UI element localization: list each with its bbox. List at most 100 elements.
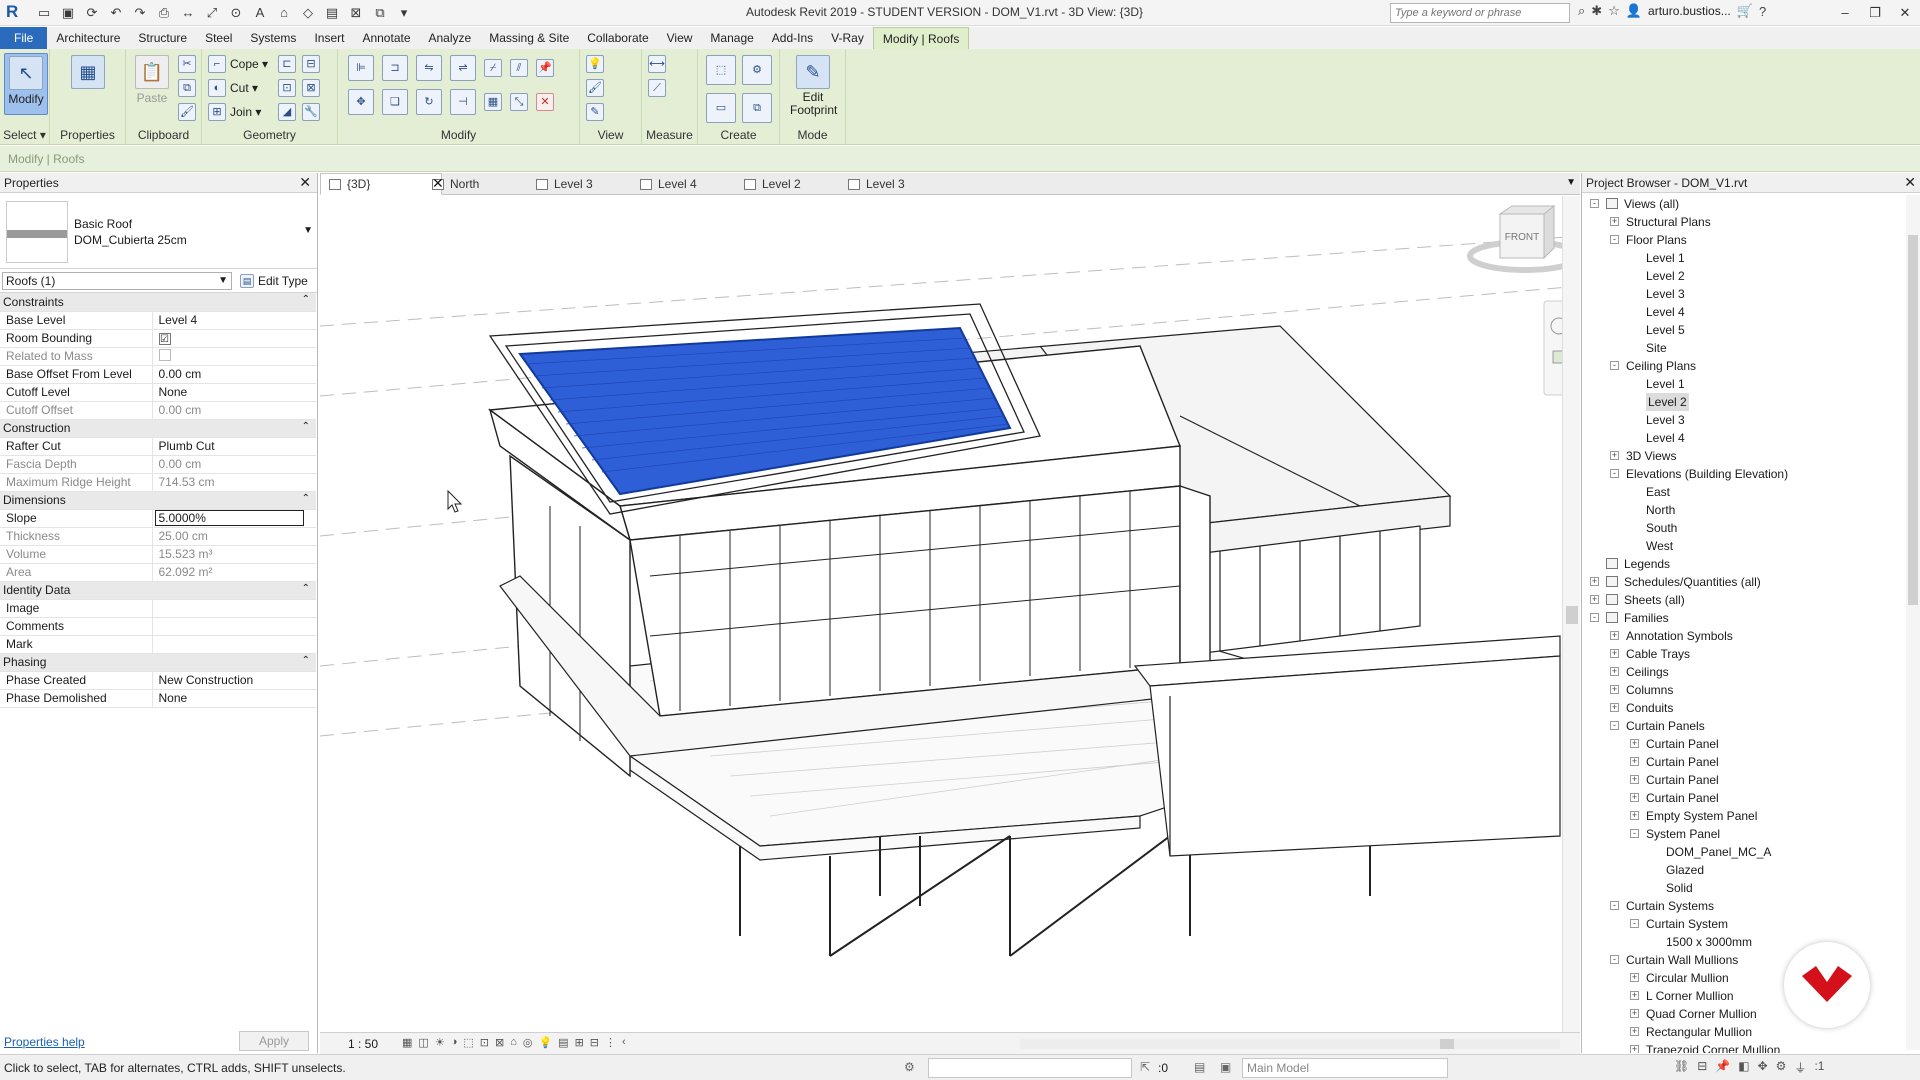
properties-button[interactable]: ▦ (66, 53, 110, 115)
crop-view-icon[interactable]: ⊡ (480, 1036, 489, 1049)
sun-path-icon[interactable]: ☀ (435, 1036, 445, 1049)
constraints-icon[interactable]: ⋮ (605, 1036, 616, 1049)
browser-node[interactable]: Site (1582, 339, 1920, 357)
property-group-header[interactable]: Dimensions ⌃ (0, 491, 316, 510)
collapse-icon[interactable]: - (1630, 919, 1639, 928)
pin-icon[interactable]: 📌 (536, 59, 554, 77)
expand-icon[interactable]: + (1590, 577, 1599, 586)
browser-node[interactable]: - System Panel (1582, 825, 1920, 843)
binoculars-icon[interactable]: ⌕ (1578, 3, 1585, 19)
collapse-icon[interactable]: - (1610, 721, 1619, 730)
browser-node[interactable]: Level 2 (1582, 267, 1920, 285)
property-value[interactable]: New Construction (152, 671, 316, 690)
expand-icon[interactable]: + (1610, 451, 1619, 460)
property-value[interactable]: 5.0000% (152, 509, 316, 528)
collapse-icon[interactable]: - (1590, 613, 1599, 622)
reveal-hidden-icon[interactable]: 💡 (538, 1036, 552, 1049)
measure-distance-icon[interactable]: ⟷ (648, 55, 666, 73)
property-value[interactable] (152, 635, 316, 654)
property-value[interactable]: Level 4 (152, 311, 316, 330)
property-value[interactable]: None (152, 383, 316, 402)
browser-node[interactable]: - Curtain Panels (1582, 717, 1920, 735)
paint-remove-icon[interactable]: 🔧 (302, 103, 320, 121)
section-icon[interactable]: ◇ (298, 3, 318, 23)
shadows-icon[interactable]: ◑ (451, 1036, 458, 1049)
edit-type-button[interactable]: ▤ Edit Type (240, 272, 308, 290)
paint-icon[interactable]: ◢ (278, 103, 296, 121)
view-tab[interactable]: Level 3 (536, 173, 593, 195)
measure-icon[interactable]: ↔ (178, 3, 198, 23)
browser-node[interactable]: + Conduits (1582, 699, 1920, 717)
rotate-icon[interactable]: ↻ (416, 89, 442, 115)
property-value[interactable]: ☑ (152, 329, 316, 348)
type-selector[interactable]: Basic Roof DOM_Cubierta 25cm ▼ (0, 193, 317, 269)
browser-node[interactable]: Level 5 (1582, 321, 1920, 339)
close-icon[interactable]: ✕ (299, 174, 311, 191)
copy-element-icon[interactable]: ❏ (382, 89, 408, 115)
expand-icon[interactable]: + (1630, 811, 1639, 820)
ribbon-tab-insert[interactable]: Insert (305, 27, 353, 49)
expand-icon[interactable]: + (1630, 1009, 1639, 1018)
mirror-axis-icon[interactable]: ⇋ (416, 55, 442, 81)
detail-level-icon[interactable]: ▦ (402, 1036, 412, 1049)
subscription-icon[interactable]: ✱ (1591, 3, 1602, 19)
cut-geometry-button[interactable]: ◐ Cut ▾ (208, 79, 258, 97)
select-pinned-icon[interactable]: 📌 (1715, 1059, 1730, 1076)
expand-icon[interactable]: + (1630, 1027, 1639, 1036)
unlock-view-icon[interactable]: ⌂ (510, 1036, 517, 1049)
browser-node[interactable]: Level 4 (1582, 303, 1920, 321)
ribbon-tab-annotate[interactable]: Annotate (353, 27, 419, 49)
linework-icon[interactable]: ✎ (586, 103, 604, 121)
wall-joins-icon[interactable]: ⊏ (278, 55, 296, 73)
open-icon[interactable]: ▭ (34, 3, 54, 23)
close-tab-icon[interactable]: ✕ (432, 175, 444, 192)
user-icon[interactable]: 👤 (1626, 3, 1642, 19)
instance-filter-select[interactable]: Roofs (1) ▼ (2, 272, 232, 290)
revit-logo-icon[interactable]: R (6, 3, 24, 21)
ribbon-tab-structure[interactable]: Structure (129, 27, 196, 49)
browser-scrollbar[interactable] (1906, 195, 1920, 1050)
favorites-icon[interactable]: ☆ (1608, 3, 1620, 19)
slope-input[interactable]: 5.0000% (154, 510, 304, 526)
horizontal-scrollbar[interactable] (1020, 1039, 1560, 1049)
filter-icon[interactable]: ⏚ (1794, 1059, 1806, 1076)
customize-qat-icon[interactable]: ▾ (394, 3, 414, 23)
temporary-hide-icon[interactable]: ◎ (523, 1036, 533, 1049)
collapse-icon[interactable]: - (1610, 235, 1619, 244)
expand-icon[interactable]: + (1630, 757, 1639, 766)
property-group-header[interactable]: Phasing ⌃ (0, 653, 316, 672)
browser-node[interactable]: South (1582, 519, 1920, 537)
edit-footprint-button[interactable]: ✎ Edit Footprint (790, 53, 837, 117)
undo-icon[interactable]: ↶ (106, 3, 126, 23)
thin-lines-icon[interactable]: ▤ (322, 3, 342, 23)
expand-icon[interactable]: + (1590, 595, 1599, 604)
cope-button[interactable]: ⌐ Cope ▾ (208, 55, 268, 73)
expand-icon[interactable]: + (1610, 703, 1619, 712)
browser-node[interactable]: Level 1 (1582, 375, 1920, 393)
collapse-icon[interactable]: ⌃ (302, 583, 310, 594)
expand-icon[interactable]: + (1610, 649, 1619, 658)
expand-icon[interactable]: + (1630, 973, 1639, 982)
text-icon[interactable]: A (250, 3, 270, 23)
browser-node[interactable]: - Views (all) (1582, 195, 1920, 213)
browser-node[interactable]: Level 3 (1582, 285, 1920, 303)
browser-node[interactable]: + Ceilings (1582, 663, 1920, 681)
property-group-header[interactable]: Identity Data ⌃ (0, 581, 316, 600)
trim-extend-icon[interactable]: ⊣ (450, 89, 476, 115)
vertical-scrollbar[interactable] (1562, 196, 1580, 1032)
unjoin-icon[interactable]: ⊠ (302, 79, 320, 97)
modify-button[interactable]: ↖ Modify (4, 53, 48, 115)
ribbon-tab-add-ins[interactable]: Add-Ins (763, 27, 822, 49)
expand-icon[interactable]: + (1630, 775, 1639, 784)
browser-node[interactable]: North (1582, 501, 1920, 519)
browser-node[interactable]: + Curtain Panel (1582, 771, 1920, 789)
collapse-icon[interactable]: - (1610, 955, 1619, 964)
property-group-header[interactable]: Constraints ⌃ (0, 293, 316, 312)
browser-node[interactable]: +3D Views (1582, 447, 1920, 465)
select-underlay-icon[interactable]: ⊟ (1697, 1059, 1707, 1076)
collapse-icon[interactable]: ⌃ (302, 493, 310, 504)
browser-node[interactable]: + Trapezoid Corner Mullion (1582, 1041, 1920, 1053)
expand-icon[interactable]: + (1610, 667, 1619, 676)
expand-icon[interactable]: + (1630, 1045, 1639, 1053)
chevron-down-icon[interactable]: ▼ (303, 225, 313, 236)
